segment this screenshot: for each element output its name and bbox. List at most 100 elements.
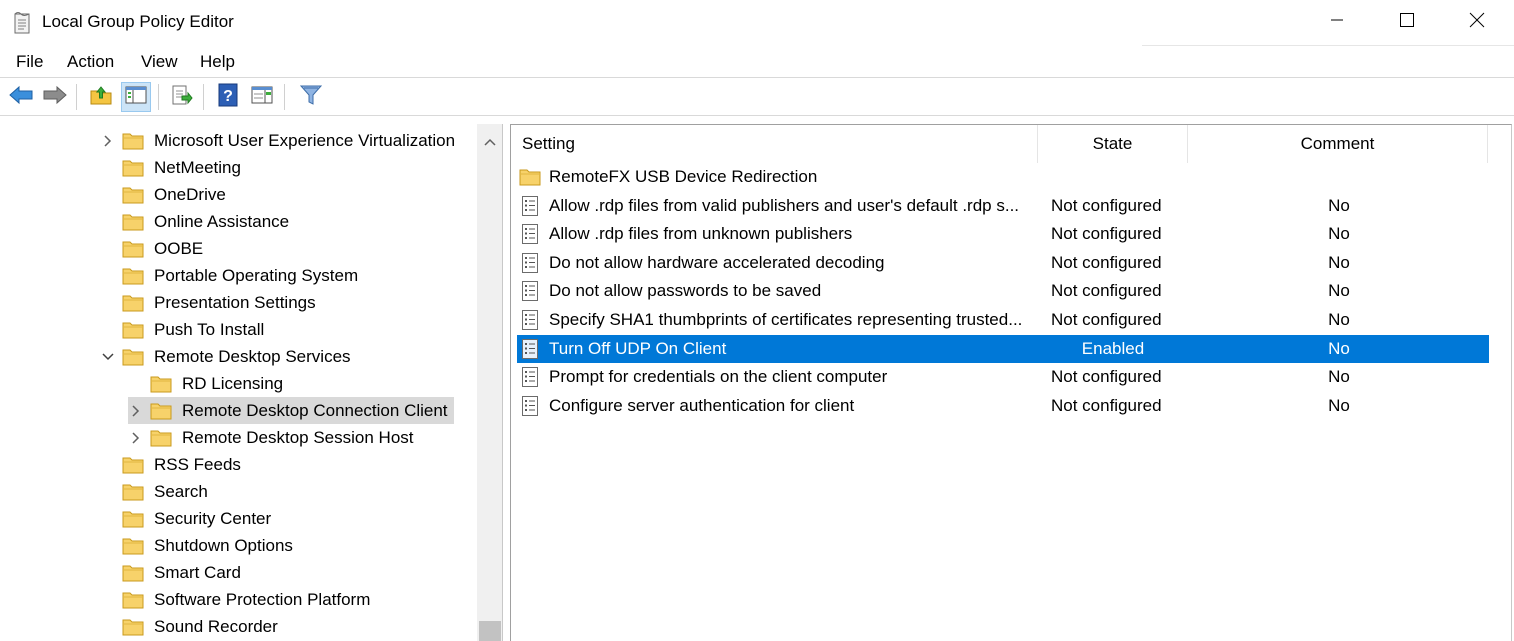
tree-item[interactable]: RD Licensing xyxy=(128,370,283,397)
policy-setting-icon xyxy=(519,338,541,360)
close-button[interactable] xyxy=(1442,0,1512,44)
up-one-level-button[interactable] xyxy=(86,82,116,112)
settings-list[interactable]: Setting State Comment RemoteFX USB Devic… xyxy=(510,124,1512,641)
tree-scrollbar[interactable] xyxy=(477,124,502,641)
tree-item[interactable]: OOBE xyxy=(100,235,203,262)
menu-view[interactable]: View xyxy=(141,52,178,72)
tree-item-label: Search xyxy=(154,481,208,501)
chevron-right-icon[interactable] xyxy=(128,403,144,419)
tree-item[interactable]: Remote Desktop Connection Client xyxy=(128,397,454,424)
tree-item[interactable]: Remote Desktop Session Host xyxy=(128,424,414,451)
column-header-comment[interactable]: Comment xyxy=(1188,125,1488,163)
tree-item[interactable]: Search xyxy=(100,478,208,505)
tree-item[interactable]: Software Protection Platform xyxy=(100,586,370,613)
list-folder-row[interactable]: RemoteFX USB Device Redirection xyxy=(517,163,1489,191)
folder-icon xyxy=(122,132,144,150)
policy-setting-icon xyxy=(519,195,541,217)
console-tree[interactable]: Microsoft User Experience Virtualization… xyxy=(0,124,503,641)
tree-item-label: Portable Operating System xyxy=(154,265,359,285)
tree-item[interactable]: Presentation Settings xyxy=(100,289,316,316)
folder-icon xyxy=(122,618,144,636)
tree-item-label: Presentation Settings xyxy=(154,292,316,312)
tree-item[interactable]: NetMeeting xyxy=(100,154,241,181)
tree-item[interactable]: Online Assistance xyxy=(100,208,289,235)
policy-document-icon xyxy=(12,11,34,35)
tree-item-label: NetMeeting xyxy=(154,157,241,177)
extended-view-button[interactable] xyxy=(247,82,277,112)
menu-file[interactable]: File xyxy=(16,52,43,72)
folder-icon xyxy=(122,591,144,609)
setting-comment: No xyxy=(1328,224,1350,244)
folder-icon xyxy=(122,510,144,528)
chevron-right-icon[interactable] xyxy=(128,430,144,446)
tree-item[interactable]: Push To Install xyxy=(100,316,264,343)
policy-row[interactable]: Specify SHA1 thumbprints of certificates… xyxy=(517,306,1489,334)
tree-item[interactable]: Smart Card xyxy=(100,559,241,586)
tree-item-label: Remote Desktop Services xyxy=(154,346,351,366)
column-header-state[interactable]: State xyxy=(1038,125,1188,163)
filter-button[interactable] xyxy=(296,82,326,112)
tree-scroll-thumb[interactable] xyxy=(479,621,501,641)
tree-item[interactable]: Microsoft User Experience Virtualization xyxy=(100,127,455,154)
forward-button[interactable] xyxy=(40,82,70,112)
export-list-icon xyxy=(169,84,193,111)
close-icon xyxy=(1469,12,1485,33)
folder-icon xyxy=(122,564,144,582)
back-button[interactable] xyxy=(6,82,36,112)
policy-row[interactable]: Turn Off UDP On Client Enabled No xyxy=(517,334,1489,363)
maximize-button[interactable] xyxy=(1372,0,1442,44)
window-title: Local Group Policy Editor xyxy=(42,12,234,31)
scroll-up-arrow-icon[interactable] xyxy=(483,132,497,152)
tree-item[interactable]: RSS Feeds xyxy=(100,451,241,478)
policy-setting-icon xyxy=(519,280,541,302)
tree-item-label: Remote Desktop Session Host xyxy=(182,427,414,447)
policy-setting-icon xyxy=(519,223,541,245)
toolbar-separator xyxy=(284,84,285,110)
folder-icon xyxy=(122,159,144,177)
tree-item[interactable]: Security Center xyxy=(100,505,271,532)
policy-row[interactable]: Do not allow passwords to be saved Not co… xyxy=(517,277,1489,305)
policy-setting-icon xyxy=(519,366,541,388)
policy-row[interactable]: Allow .rdp files from valid publishers a… xyxy=(517,192,1489,220)
show-hide-tree-button[interactable] xyxy=(121,82,151,112)
policy-row[interactable]: Allow .rdp files from unknown publishers… xyxy=(517,220,1489,248)
policy-row[interactable]: Prompt for credentials on the client com… xyxy=(517,363,1489,391)
tree-item-label: Microsoft User Experience Virtualization xyxy=(154,130,456,150)
list-header: Setting State Comment xyxy=(511,125,1511,163)
help-button[interactable]: ? xyxy=(213,82,243,112)
tree-item[interactable]: Remote Desktop Services xyxy=(100,343,351,370)
tree-item-label: Remote Desktop Connection Client xyxy=(182,400,448,420)
tree-item[interactable]: Portable Operating System xyxy=(100,262,358,289)
tree-item[interactable]: Sound Recorder xyxy=(100,613,278,640)
minimize-button[interactable] xyxy=(1302,0,1372,44)
menu-help[interactable]: Help xyxy=(200,52,235,72)
folder-icon xyxy=(122,348,144,366)
tree-item[interactable]: OneDrive xyxy=(100,181,226,208)
chevron-right-icon[interactable] xyxy=(100,133,116,149)
setting-comment: No xyxy=(1328,252,1350,272)
folder-icon xyxy=(150,429,172,447)
export-list-button[interactable] xyxy=(166,82,196,112)
folder-icon xyxy=(122,267,144,285)
setting-name: Configure server authentication for clie… xyxy=(549,395,855,415)
tree-item[interactable]: Shutdown Options xyxy=(100,532,293,559)
tree-item-label: Shutdown Options xyxy=(154,535,293,555)
tree-item-label: Sound Recorder xyxy=(154,616,278,636)
policy-row[interactable]: Configure server authentication for clie… xyxy=(517,392,1489,420)
menu-action[interactable]: Action xyxy=(67,52,114,72)
filter-icon xyxy=(299,83,323,112)
column-header-setting[interactable]: Setting xyxy=(511,125,1038,163)
toolbar: ? xyxy=(0,78,1514,116)
setting-name: Do not allow hardware accelerated decodi… xyxy=(549,252,885,272)
policy-row[interactable]: Do not allow hardware accelerated decodi… xyxy=(517,249,1489,277)
chevron-down-icon[interactable] xyxy=(100,349,116,365)
setting-comment: No xyxy=(1328,338,1350,358)
